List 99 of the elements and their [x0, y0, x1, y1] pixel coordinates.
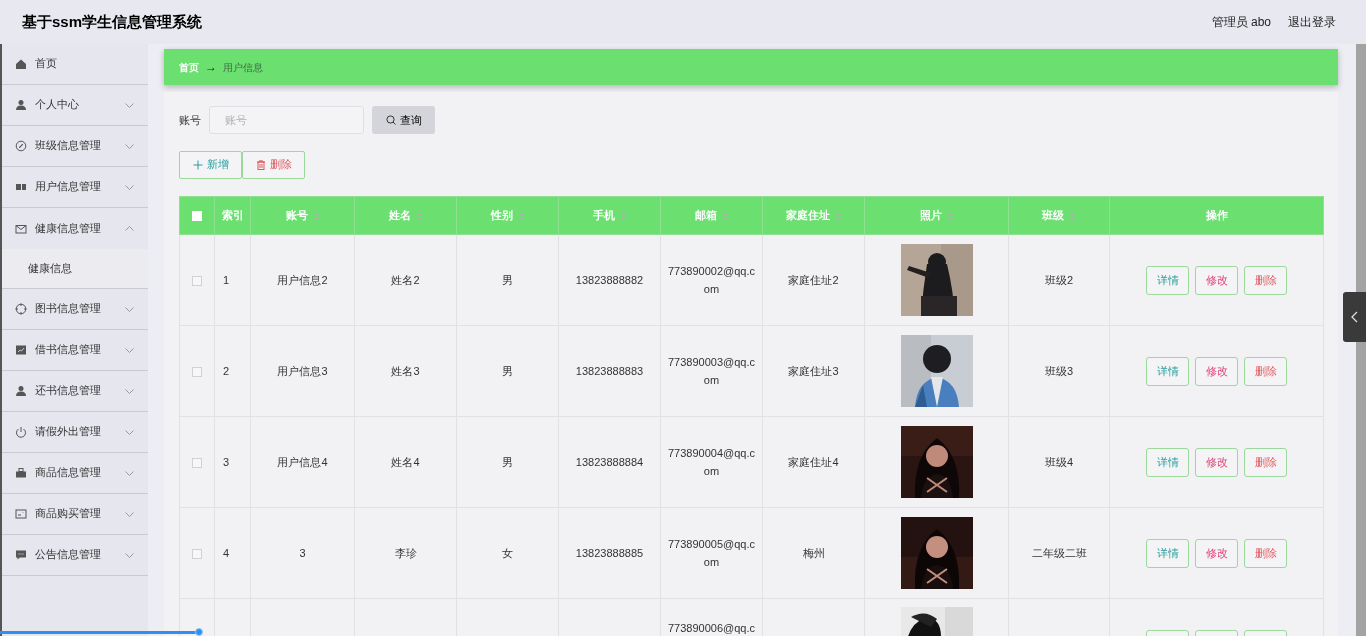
add-button[interactable]: 新增 — [179, 151, 242, 179]
table-cell: 13823888883 — [575, 365, 644, 377]
logout-link[interactable]: 退出登录 — [1288, 13, 1336, 31]
sidebar-item[interactable]: 商品信息管理 — [2, 453, 148, 494]
table-cell: 773890006@qq.c — [668, 622, 755, 634]
delete-button[interactable]: 删除 — [1244, 356, 1287, 386]
details-button[interactable]: 详情 — [1146, 356, 1189, 386]
edit-button[interactable]: 修改 — [1195, 265, 1238, 295]
sort-icon[interactable] — [721, 211, 729, 221]
delete-button[interactable]: 删除 — [1244, 447, 1287, 477]
sidebar-item[interactable]: 还书信息管理 — [2, 371, 148, 412]
table-cell: 13823888885 — [575, 547, 644, 559]
table-cell: 女 — [502, 547, 513, 559]
submenu-item[interactable]: 健康信息 — [2, 249, 148, 289]
user-name: 管理员 abo — [1211, 14, 1271, 31]
table-cell: 13823888882 — [575, 274, 644, 286]
table-cell: 2 — [223, 365, 230, 377]
menu-icon — [15, 303, 27, 315]
menu-icon — [15, 385, 27, 397]
menu-icon — [15, 222, 27, 235]
menu-icon — [15, 140, 27, 152]
row-checkbox[interactable] — [192, 548, 202, 559]
menu-icon — [15, 99, 27, 111]
sidebar-item[interactable]: 班级信息管理 — [2, 126, 148, 167]
edit-button[interactable]: 修改 — [1195, 447, 1238, 477]
plus-icon — [192, 160, 203, 170]
table-cell: 773890003@qq.com — [668, 356, 755, 386]
table-cell: 家庭住址2 — [788, 274, 839, 286]
edit-button[interactable]: 修改 — [1195, 356, 1238, 386]
sidebar-item[interactable]: 个人中心 — [2, 85, 148, 126]
edit-button[interactable]: 修改 — [1195, 538, 1238, 568]
table-cell: 家庭住址3 — [788, 365, 839, 377]
sort-icon[interactable] — [517, 211, 525, 221]
chevron-left-icon — [1351, 311, 1358, 323]
sidebar-item[interactable]: 健康信息管理 — [2, 208, 148, 249]
table-cell: 773890002@qq.com — [668, 265, 755, 295]
menu-icon — [15, 344, 27, 356]
table-cell: 班级3 — [1044, 364, 1074, 377]
table-cell: 3 — [223, 456, 230, 468]
menu-icon — [15, 426, 27, 438]
sort-icon[interactable] — [834, 211, 842, 221]
row-checkbox[interactable] — [192, 366, 202, 377]
sort-icon[interactable] — [415, 211, 423, 221]
menu-icon — [15, 181, 27, 193]
sort-icon[interactable] — [312, 211, 320, 221]
search-icon — [385, 115, 396, 125]
app-title: 基于ssm学生信息管理系统 — [22, 11, 203, 32]
sidebar-item[interactable]: 借书信息管理 — [2, 330, 148, 371]
sidebar-item[interactable]: 请假外出管理 — [2, 412, 148, 453]
sort-icon[interactable] — [946, 211, 954, 221]
menu-icon — [15, 508, 27, 520]
menu-icon — [15, 58, 27, 70]
header-checkbox[interactable] — [192, 211, 202, 222]
sidebar-item[interactable]: 公告信息管理 — [2, 535, 148, 576]
table-cell: 4 — [223, 547, 230, 559]
trash-icon — [255, 160, 266, 170]
table-cell: 男 — [502, 456, 513, 468]
table-cell: 13823888884 — [575, 456, 644, 468]
delete-button[interactable]: 删除 — [1244, 538, 1287, 568]
sort-icon[interactable] — [619, 211, 627, 221]
search-button[interactable]: 查询 — [372, 106, 435, 134]
progress-handle[interactable] — [195, 628, 204, 636]
table-cell: 男 — [502, 365, 513, 377]
details-button[interactable]: 详情 — [1146, 447, 1189, 477]
table-cell: 男 — [502, 274, 513, 286]
table-cell: 姓名4 — [391, 456, 420, 468]
table-cell: 家庭住址4 — [788, 456, 839, 468]
table-cell: 用户信息3 — [277, 365, 328, 377]
scrollbar[interactable] — [1356, 44, 1366, 636]
row-checkbox[interactable] — [192, 275, 202, 286]
sidebar-item[interactable]: 用户信息管理 — [2, 167, 148, 208]
table-cell: 3 — [299, 547, 306, 559]
details-button[interactable]: 详情 — [1146, 265, 1189, 295]
table-cell: 梅州 — [802, 547, 825, 559]
menu-icon — [15, 467, 27, 479]
delete-button[interactable]: 删除 — [242, 151, 305, 179]
delete-button[interactable]: 删除 — [1244, 265, 1287, 295]
breadcrumb-link[interactable]: 用户信息 — [223, 59, 263, 75]
collapse-tab[interactable] — [1343, 292, 1366, 342]
table-cell: 773890004@qq.com — [668, 447, 755, 477]
table-cell: 班级4 — [1044, 455, 1074, 468]
table-cell: 李珍 — [394, 547, 417, 559]
table-cell: 1 — [223, 274, 230, 286]
table-cell: 姓名3 — [391, 365, 420, 377]
table-cell: 用户信息4 — [277, 456, 328, 468]
search-label: 账号 — [179, 112, 201, 128]
table-cell: 773890005@qq.com — [668, 538, 755, 568]
sort-icon[interactable] — [1069, 211, 1076, 221]
sidebar-item[interactable]: 图书信息管理 — [2, 289, 148, 330]
row-checkbox[interactable] — [192, 457, 202, 468]
sidebar-item[interactable]: 商品购买管理 — [2, 494, 148, 535]
menu-icon — [15, 549, 27, 561]
sidebar-item[interactable]: 首页 — [2, 44, 148, 85]
breadcrumb-separator: → — [205, 59, 217, 76]
table-cell: 姓名2 — [391, 274, 420, 286]
table-cell: 二年级二班 — [1031, 546, 1087, 559]
table-cell: 班级2 — [1044, 273, 1074, 286]
details-button[interactable]: 详情 — [1146, 538, 1189, 568]
table-cell: 用户信息2 — [277, 274, 328, 286]
